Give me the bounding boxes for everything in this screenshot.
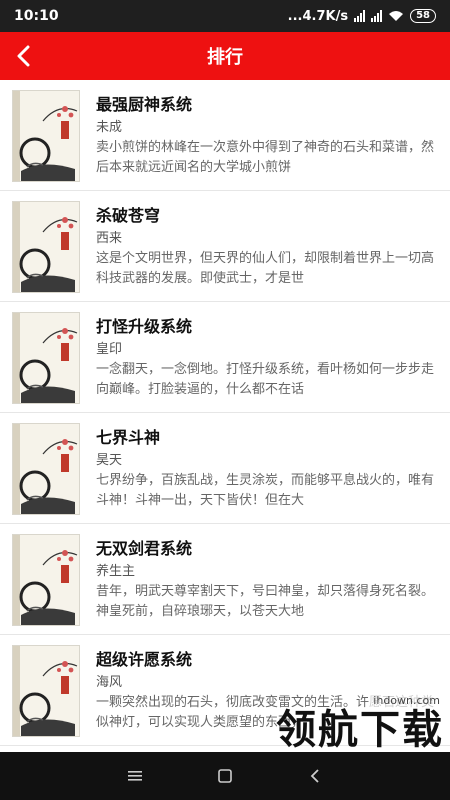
book-cover-image[interactable]	[12, 312, 80, 404]
book-author: 养生主	[96, 564, 136, 579]
book-cover-image[interactable]	[12, 90, 80, 182]
book-info: 杀破苍穹西来这是个文明世界，但天界的仙人们，却限制着世界上一切高科技武器的发展。…	[96, 201, 440, 301]
battery-indicator: 58	[410, 9, 436, 23]
chevron-left-icon	[17, 45, 30, 67]
nav-menu-button[interactable]	[120, 761, 150, 791]
watermark-text: 领航下载	[276, 707, 444, 753]
ink-painting-icon	[19, 106, 78, 181]
book-title[interactable]: 超级许愿系统	[96, 649, 440, 671]
book-title[interactable]: 最强厨神系统	[96, 94, 440, 116]
watermark: ihdown.com 领航下载	[244, 689, 444, 752]
book-description: 七界纷争，百族乱战，生灵涂炭，而能够平息战火的，唯有斗神！斗神一出，天下皆伏！但…	[96, 473, 435, 508]
book-author: 皇印	[96, 342, 123, 357]
status-bar: 10:10 ...4.7K/s 58	[0, 0, 450, 32]
ink-painting-icon	[19, 550, 78, 625]
menu-icon	[128, 771, 142, 781]
book-title[interactable]: 无双剑君系统	[96, 538, 440, 560]
book-seal	[61, 676, 69, 694]
book-description: 这是个文明世界，但天界的仙人们，却限制着世界上一切高科技武器的发展。即使武士，才…	[96, 251, 435, 286]
book-list-item[interactable]: 无双剑君系统养生主昔年，明武天尊宰割天下，号曰神皇，却只落得身死名裂。神皇死前，…	[0, 524, 450, 635]
book-author: 西来	[96, 231, 123, 246]
ink-painting-icon	[19, 217, 78, 292]
signal-icon	[354, 10, 366, 22]
book-info: 最强厨神系统未成卖小煎饼的林峰在一次意外中得到了神奇的石头和菜谱，然后本来就远近…	[96, 90, 440, 190]
ink-painting-icon	[19, 328, 78, 403]
book-seal	[61, 343, 69, 361]
book-list-item[interactable]: 杀破苍穹西来这是个文明世界，但天界的仙人们，却限制着世界上一切高科技武器的发展。…	[0, 191, 450, 302]
book-author: 未成	[96, 120, 123, 135]
ranking-list: 最强厨神系统未成卖小煎饼的林峰在一次意外中得到了神奇的石头和菜谱，然后本来就远近…	[0, 80, 450, 752]
book-title[interactable]: 七界斗神	[96, 427, 440, 449]
book-title[interactable]: 打怪升级系统	[96, 316, 440, 338]
book-description: 一念翻天，一念倒地。打怪升级系统，看叶杨如何一步步走向巅峰。打脸装逼的，什么都不…	[96, 362, 435, 397]
book-list-item[interactable]: 七界斗神昊天七界纷争，百族乱战，生灵涂炭，而能够平息战火的，唯有斗神！斗神一出，…	[0, 413, 450, 524]
signal-icon	[371, 10, 383, 22]
status-indicators: ...4.7K/s 58	[288, 9, 436, 24]
network-speed: ...4.7K/s	[287, 8, 349, 24]
back-icon	[310, 769, 319, 783]
book-seal	[61, 454, 69, 472]
book-description: 昔年，明武天尊宰割天下，号曰神皇，却只落得身死名裂。神皇死前，自碎琅琊天，以苍天…	[96, 584, 435, 619]
book-seal	[61, 121, 69, 139]
book-seal	[61, 232, 69, 250]
book-info: 无双剑君系统养生主昔年，明武天尊宰割天下，号曰神皇，却只落得身死名裂。神皇死前，…	[96, 534, 440, 634]
system-nav-bar	[0, 752, 450, 800]
back-button[interactable]	[6, 38, 42, 74]
book-list-item[interactable]: 最强厨神系统未成卖小煎饼的林峰在一次意外中得到了神奇的石头和菜谱，然后本来就远近…	[0, 80, 450, 191]
book-seal	[61, 565, 69, 583]
book-description: 卖小煎饼的林峰在一次意外中得到了神奇的石头和菜谱，然后本来就远近闻名的大学城小煎…	[96, 140, 435, 175]
book-title[interactable]: 杀破苍穹	[96, 205, 440, 227]
home-icon	[218, 769, 232, 783]
book-author: 昊天	[96, 453, 123, 468]
ink-painting-icon	[19, 661, 78, 736]
status-time: 10:10	[14, 8, 59, 24]
page-title: 排行	[207, 47, 243, 68]
ink-painting-icon	[19, 439, 78, 514]
nav-home-button[interactable]	[210, 761, 240, 791]
book-list-item[interactable]: 打怪升级系统皇印一念翻天，一念倒地。打怪升级系统，看叶杨如何一步步走向巅峰。打脸…	[0, 302, 450, 413]
book-cover-image[interactable]	[12, 645, 80, 737]
wifi-icon	[389, 11, 404, 21]
book-info: 打怪升级系统皇印一念翻天，一念倒地。打怪升级系统，看叶杨如何一步步走向巅峰。打脸…	[96, 312, 440, 412]
app-bar: 排行	[0, 32, 450, 80]
nav-back-button[interactable]	[300, 761, 330, 791]
book-cover-image[interactable]	[12, 423, 80, 515]
book-cover-image[interactable]	[12, 534, 80, 626]
watermark-url: ihdown.com	[369, 693, 444, 708]
book-cover-image[interactable]	[12, 201, 80, 293]
book-info: 七界斗神昊天七界纷争，百族乱战，生灵涂炭，而能够平息战火的，唯有斗神！斗神一出，…	[96, 423, 440, 523]
